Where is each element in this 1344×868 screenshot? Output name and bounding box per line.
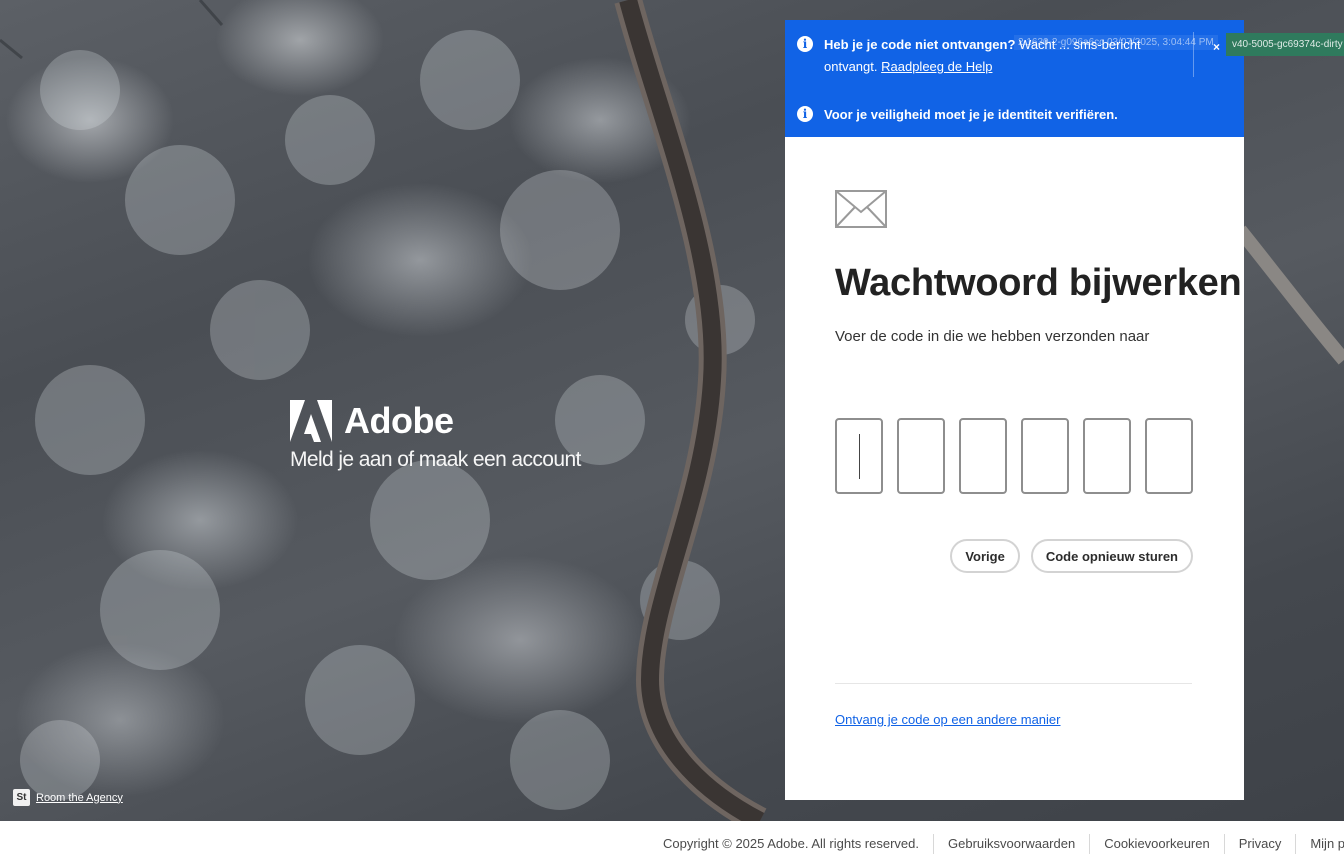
footer-personal-link[interactable]: Mijn persoonlijke g (1295, 834, 1344, 854)
auth-card: i Heb je je code niet ontvangen? Wacht .… (785, 20, 1244, 800)
brand-block: Adobe Meld je aan of maak een account (290, 400, 581, 472)
code-input-group (835, 418, 1193, 494)
mail-icon (835, 190, 887, 228)
help-link[interactable]: Raadpleeg de Help (881, 59, 992, 74)
divider (835, 683, 1192, 684)
footer-links: Copyright © 2025 Adobe. All rights reser… (663, 834, 1344, 854)
alert-divider (1193, 32, 1194, 77)
alert-banner: i Heb je je code niet ontvangen? Wacht .… (785, 20, 1244, 137)
photo-credit: St Room the Agency (13, 789, 123, 806)
code-digit-1-input[interactable] (835, 418, 883, 494)
footer-copyright: Copyright © 2025 Adobe. All rights reser… (663, 836, 920, 851)
alert-security-text: Voor je veiligheid moet je je identiteit… (824, 107, 1118, 122)
brand-tagline: Meld je aan of maak een account (290, 448, 581, 471)
code-digit-2-input[interactable] (897, 418, 945, 494)
alert-bold-text: Heb je je code niet ontvangen? (824, 37, 1016, 52)
page-subtitle: Voer de code in die we hebben verzonden … (835, 328, 1150, 345)
credit-link[interactable]: Room the Agency (36, 792, 123, 804)
code-digit-6-input[interactable] (1145, 418, 1193, 494)
code-digit-5-input[interactable] (1083, 418, 1131, 494)
alert-security: i Voor je veiligheid moet je je identite… (797, 104, 1118, 126)
info-icon: i (797, 106, 813, 122)
build-version-label: 2.1630-2-g096a6cc 03/07/2025, 3:04:44 PM (1014, 35, 1218, 50)
action-buttons: Vorige Code opnieuw sturen (950, 539, 1193, 573)
resend-code-button[interactable]: Code opnieuw sturen (1030, 539, 1193, 573)
adobe-logo-icon (290, 400, 332, 442)
page-footer: Copyright © 2025 Adobe. All rights reser… (0, 821, 1344, 868)
brand-name: Adobe (344, 400, 454, 441)
alternate-method-link[interactable]: Ontvang je code op een andere manier (835, 712, 1061, 727)
env-version-tag: v40-5005-gc69374c-dirty 3/7 (1226, 33, 1344, 56)
page-title: Wachtwoord bijwerken (835, 262, 1242, 304)
footer-terms-link[interactable]: Gebruiksvoorwaarden (933, 834, 1089, 854)
code-digit-4-input[interactable] (1021, 418, 1069, 494)
footer-privacy-link[interactable]: Privacy (1223, 834, 1296, 854)
close-icon[interactable]: × (1213, 40, 1220, 54)
info-icon: i (797, 36, 813, 52)
back-button[interactable]: Vorige (950, 539, 1020, 573)
stock-badge-icon: St (13, 789, 30, 806)
code-digit-3-input[interactable] (959, 418, 1007, 494)
footer-cookies-link[interactable]: Cookievoorkeuren (1089, 834, 1224, 854)
